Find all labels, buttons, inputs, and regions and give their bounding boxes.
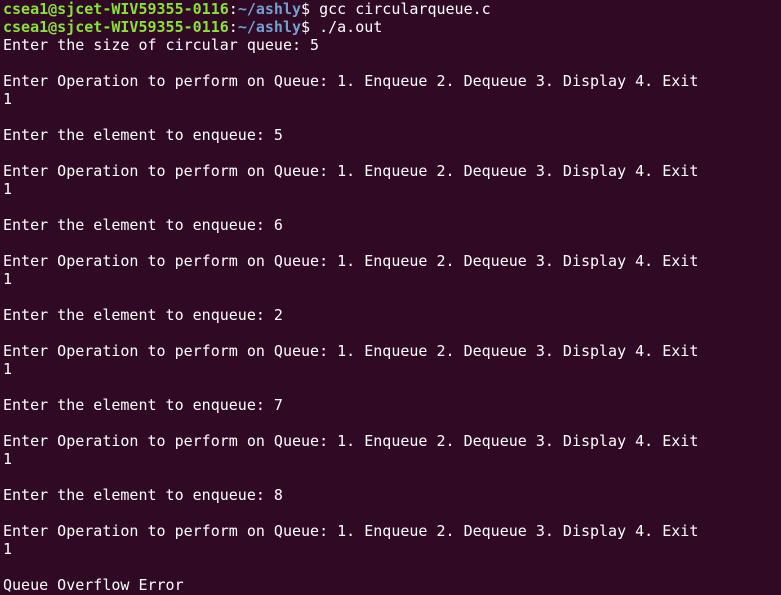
- prompt-separator: :: [228, 0, 238, 18]
- output-line: 1: [3, 180, 13, 198]
- output-line: Queue Overflow Error: [3, 576, 184, 594]
- output-line: Enter the element to enqueue: 7: [3, 396, 283, 414]
- command-text: ./a.out: [319, 18, 383, 36]
- prompt-user-host: csea1@sjcet-WIV59355-0116: [3, 18, 229, 36]
- prompt-path: ~/ashly: [237, 0, 302, 18]
- output-line: Enter Operation to perform on Queue: 1. …: [3, 342, 699, 360]
- prompt-user-host: csea1@sjcet-WIV59355-0116: [3, 0, 229, 18]
- terminal-window[interactable]: csea1@sjcet-WIV59355-0116:~/ashly$ gcc c…: [0, 0, 781, 595]
- prompt-symbol: $: [301, 0, 320, 18]
- output-line: Enter Operation to perform on Queue: 1. …: [3, 432, 699, 450]
- output-line: Enter the element to enqueue: 8: [3, 486, 283, 504]
- output-line: Enter the element to enqueue: 6: [3, 216, 283, 234]
- output-line: Enter Operation to perform on Queue: 1. …: [3, 72, 699, 90]
- terminal-output: csea1@sjcet-WIV59355-0116:~/ashly$ gcc c…: [3, 0, 779, 594]
- output-line: 1: [3, 540, 13, 558]
- prompt-separator: :: [228, 18, 238, 36]
- command-line: csea1@sjcet-WIV59355-0116:~/ashly$ gcc c…: [3, 0, 779, 18]
- output-line: Enter the size of circular queue: 5: [3, 36, 320, 54]
- output-line: Enter Operation to perform on Queue: 1. …: [3, 252, 699, 270]
- command-text: gcc circularqueue.c: [319, 0, 491, 18]
- output-line: Enter Operation to perform on Queue: 1. …: [3, 522, 699, 540]
- output-line: 1: [3, 450, 13, 468]
- output-line: 1: [3, 270, 13, 288]
- output-line: Enter the element to enqueue: 5: [3, 126, 283, 144]
- output-line: Enter Operation to perform on Queue: 1. …: [3, 162, 699, 180]
- program-output: Enter the size of circular queue: 5 Enter…: [3, 36, 779, 594]
- output-line: 1: [3, 90, 13, 108]
- prompt-path: ~/ashly: [237, 18, 302, 36]
- output-line: Enter the element to enqueue: 2: [3, 306, 283, 324]
- output-line: 1: [3, 360, 13, 378]
- command-line: csea1@sjcet-WIV59355-0116:~/ashly$ ./a.o…: [3, 18, 779, 36]
- prompt-symbol: $: [301, 18, 320, 36]
